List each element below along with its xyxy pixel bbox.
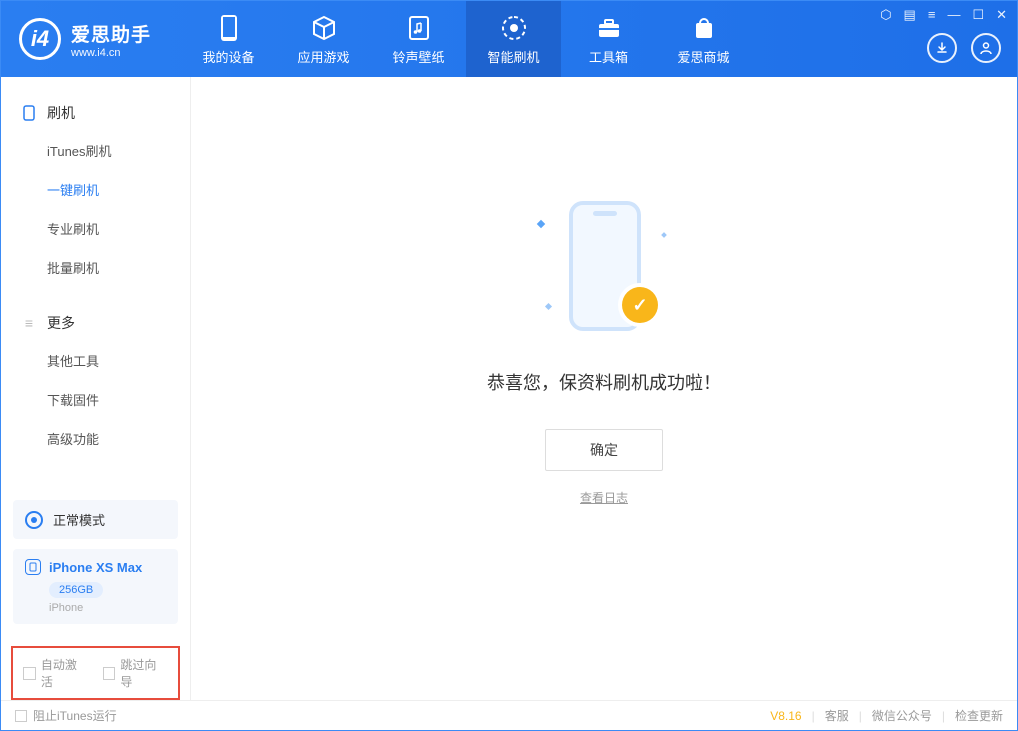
nav-label: 铃声壁纸 — [392, 47, 444, 66]
sidebar-item-pro-flash[interactable]: 专业刷机 — [1, 209, 190, 248]
checkbox-icon — [23, 667, 36, 680]
checkmark-badge-icon: ✓ — [622, 287, 658, 323]
separator: | — [859, 709, 862, 723]
checkbox-label: 自动激活 — [41, 656, 89, 690]
check-update-link[interactable]: 检查更新 — [955, 707, 1003, 724]
nav-label: 工具箱 — [589, 47, 628, 66]
device-icon — [25, 559, 41, 575]
checkbox-icon — [103, 667, 116, 680]
download-button[interactable] — [927, 33, 957, 63]
auto-activate-checkbox[interactable]: 自动激活 — [23, 656, 89, 690]
user-button[interactable] — [971, 33, 1001, 63]
statusbar: 阻止iTunes运行 V8.16 | 客服 | 微信公众号 | 检查更新 — [1, 700, 1017, 730]
mode-card[interactable]: 正常模式 — [13, 500, 178, 539]
shirt-icon[interactable]: ⬡ — [880, 7, 891, 23]
checkbox-icon — [15, 710, 27, 722]
sparkle-icon — [537, 220, 545, 228]
nav-label: 爱思商城 — [677, 47, 729, 66]
sparkle-icon — [545, 303, 552, 310]
ok-button[interactable]: 确定 — [545, 429, 663, 471]
close-icon[interactable]: ✕ — [996, 7, 1007, 23]
section-title: 刷机 — [47, 103, 75, 123]
nav-tab-mall[interactable]: 爱思商城 — [656, 1, 751, 77]
sidebar-bottom: 正常模式 iPhone XS Max 256GB iPhone — [1, 500, 190, 646]
customer-service-link[interactable]: 客服 — [825, 707, 849, 724]
footer-right: V8.16 | 客服 | 微信公众号 | 检查更新 — [770, 707, 1003, 724]
device-storage-badge: 256GB — [49, 582, 103, 598]
block-itunes-checkbox[interactable]: 阻止iTunes运行 — [15, 707, 117, 724]
sparkle-icon — [661, 232, 667, 238]
sidebar-item-advanced[interactable]: 高级功能 — [1, 419, 190, 458]
sidebar-section-flash: 刷机 iTunes刷机 一键刷机 专业刷机 批量刷机 — [1, 95, 190, 287]
note-icon[interactable]: ▤ — [904, 7, 916, 23]
sidebar-header-flash[interactable]: 刷机 — [1, 95, 190, 131]
sidebar-header-more[interactable]: ≡ 更多 — [1, 305, 190, 341]
device-name: iPhone XS Max — [49, 560, 142, 575]
section-title: 更多 — [47, 313, 75, 333]
menu-icon[interactable]: ≡ — [928, 7, 936, 23]
sidebar: 刷机 iTunes刷机 一键刷机 专业刷机 批量刷机 ≡ 更多 其他工具 下载固… — [1, 77, 191, 700]
nav-label: 应用游戏 — [297, 47, 349, 66]
body: 刷机 iTunes刷机 一键刷机 专业刷机 批量刷机 ≡ 更多 其他工具 下载固… — [1, 77, 1017, 700]
shield-icon — [499, 13, 529, 43]
success-illustration: ✓ — [514, 191, 694, 341]
highlighted-options: 自动激活 跳过向导 — [11, 646, 180, 700]
device-small-icon — [21, 105, 37, 121]
main-content: ✓ 恭喜您，保资料刷机成功啦！ 确定 查看日志 — [191, 77, 1017, 700]
mode-icon — [25, 511, 43, 529]
titlebar: i4 爱思助手 www.i4.cn 我的设备 应用游戏 铃声壁纸 智能刷机 工具… — [1, 1, 1017, 77]
nav-tab-toolbox[interactable]: 工具箱 — [561, 1, 656, 77]
nav-tabs: 我的设备 应用游戏 铃声壁纸 智能刷机 工具箱 爱思商城 — [181, 1, 751, 77]
phone-icon — [214, 13, 244, 43]
bag-icon — [689, 13, 719, 43]
cube-icon — [309, 13, 339, 43]
minimize-icon[interactable]: — — [947, 7, 960, 23]
checkbox-label: 阻止iTunes运行 — [33, 707, 117, 724]
list-icon: ≡ — [21, 315, 37, 331]
mode-label: 正常模式 — [53, 510, 105, 529]
separator: | — [812, 709, 815, 723]
checkbox-label: 跳过向导 — [120, 656, 168, 690]
nav-label: 智能刷机 — [487, 47, 539, 66]
logo-text: 爱思助手 www.i4.cn — [71, 20, 151, 59]
device-name-row: iPhone XS Max — [25, 559, 166, 575]
header-circles — [880, 33, 1007, 71]
skip-guide-checkbox[interactable]: 跳过向导 — [103, 656, 169, 690]
version-label: V8.16 — [770, 709, 801, 723]
header-right: ⬡ ▤ ≡ — ☐ ✕ — [870, 1, 1017, 77]
window-controls: ⬡ ▤ ≡ — ☐ ✕ — [880, 7, 1007, 23]
nav-tab-ringtones[interactable]: 铃声壁纸 — [371, 1, 466, 77]
nav-tab-device[interactable]: 我的设备 — [181, 1, 276, 77]
nav-tab-flash[interactable]: 智能刷机 — [466, 1, 561, 77]
sidebar-content: 刷机 iTunes刷机 一键刷机 专业刷机 批量刷机 ≡ 更多 其他工具 下载固… — [1, 77, 190, 500]
sidebar-item-onekey-flash[interactable]: 一键刷机 — [1, 170, 190, 209]
maximize-icon[interactable]: ☐ — [972, 7, 984, 23]
device-type: iPhone — [49, 602, 166, 614]
device-card[interactable]: iPhone XS Max 256GB iPhone — [13, 549, 178, 624]
wechat-link[interactable]: 微信公众号 — [872, 707, 932, 724]
sidebar-section-more: ≡ 更多 其他工具 下载固件 高级功能 — [1, 305, 190, 458]
music-icon — [404, 13, 434, 43]
sidebar-item-itunes-flash[interactable]: iTunes刷机 — [1, 131, 190, 170]
sidebar-item-batch-flash[interactable]: 批量刷机 — [1, 248, 190, 287]
logo-icon: i4 — [19, 18, 61, 60]
toolbox-icon — [594, 13, 624, 43]
view-log-link[interactable]: 查看日志 — [580, 489, 628, 506]
app-title: 爱思助手 — [71, 20, 151, 47]
separator: | — [942, 709, 945, 723]
sidebar-item-download-firmware[interactable]: 下载固件 — [1, 380, 190, 419]
logo-area: i4 爱思助手 www.i4.cn — [1, 1, 181, 77]
nav-label: 我的设备 — [202, 47, 254, 66]
success-message: 恭喜您，保资料刷机成功啦！ — [487, 369, 721, 395]
nav-tab-apps[interactable]: 应用游戏 — [276, 1, 371, 77]
sidebar-item-other-tools[interactable]: 其他工具 — [1, 341, 190, 380]
app-subtitle: www.i4.cn — [71, 47, 151, 59]
